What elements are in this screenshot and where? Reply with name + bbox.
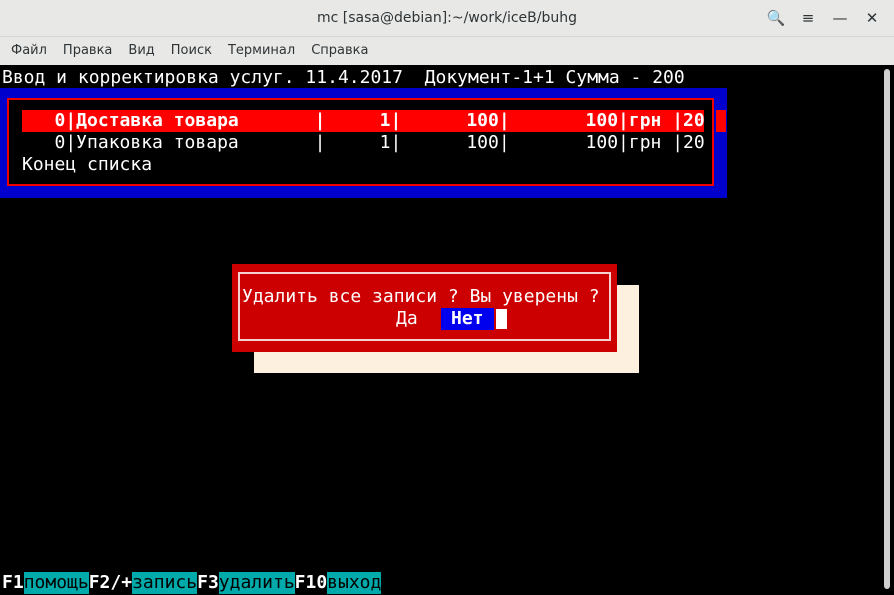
selection-marker [716,110,726,132]
minimize-icon[interactable]: — [828,6,852,30]
confirm-dialog: Удалить все записи ? Вы уверены ? Да Нет [232,264,617,352]
menu-item-edit[interactable]: Правка [55,43,120,58]
fkey-f10-label[interactable]: выход [327,572,382,594]
close-icon[interactable]: ✕ [860,6,884,30]
fkey-f3-label[interactable]: удалить [218,572,295,594]
search-icon[interactable]: 🔍 [764,6,788,30]
terminal-area[interactable]: Ввод и корректировка услуг. 11.4.2017 До… [0,65,880,595]
text-cursor [496,309,507,329]
fkey-f3-key[interactable]: F3 [197,572,219,594]
menu-item-search[interactable]: Поиск [163,43,220,58]
window-title: mc [sasa@debian]:~/work/iceB/buhg [317,10,577,26]
dialog-message: Удалить все записи ? Вы уверены ? [242,286,600,307]
window-titlebar: mc [sasa@debian]:~/work/iceB/buhg 🔍 ≡ — … [0,0,894,37]
fkey-f1-label[interactable]: помощь [23,572,89,594]
menu-bar: Файл Правка Вид Поиск Терминал Справка [0,37,894,64]
function-key-bar: F1 помощь F2/+ запись F3 удалить F10 выход [2,572,382,594]
screen-header: Ввод и корректировка услуг. 11.4.2017 До… [2,67,685,88]
hamburger-menu-icon[interactable]: ≡ [796,6,820,30]
window-controls: 🔍 ≡ — ✕ [764,6,884,30]
no-button[interactable]: Нет [441,308,494,330]
fkey-f2-key[interactable]: F2/+ [89,572,132,594]
menu-item-view[interactable]: Вид [120,43,162,58]
fkey-f10-key[interactable]: F10 [295,572,328,594]
fkey-f1-key[interactable]: F1 [2,572,24,594]
list-row-selected[interactable]: 0|Доставка товара | 1| 100| 100|грн |20 [22,110,705,132]
terminal-scrollbar[interactable] [880,65,894,595]
list-row[interactable]: 0|Упаковка товара | 1| 100| 100|грн |20 [22,132,705,154]
scrollbar-thumb[interactable] [884,69,890,589]
yes-button[interactable]: Да [396,308,418,330]
end-of-list-label: Конец списка [22,154,153,175]
fkey-f2-label[interactable]: запись [132,572,198,594]
menu-item-terminal[interactable]: Терминал [220,43,303,58]
menu-item-help[interactable]: Справка [303,43,376,58]
menu-item-file[interactable]: Файл [3,43,55,58]
